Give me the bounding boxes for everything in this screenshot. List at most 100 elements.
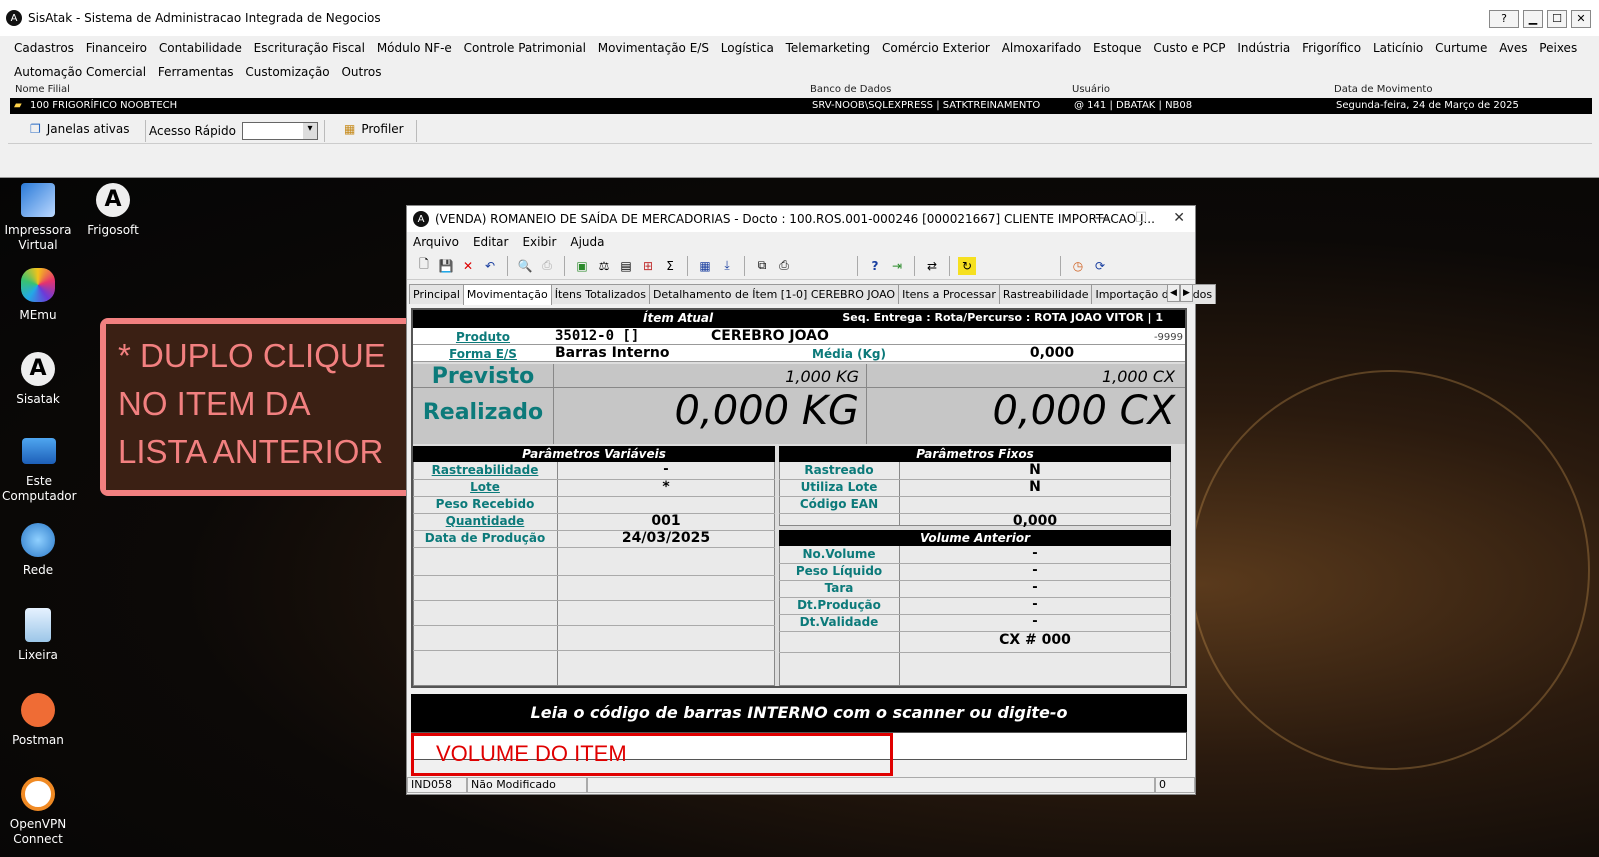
refresh-doc-icon[interactable]: ↻: [958, 256, 976, 275]
preview-icon[interactable]: 🔍: [516, 257, 534, 275]
menu-item[interactable]: Módulo NF-e: [377, 36, 452, 60]
save-icon[interactable]: 💾: [437, 257, 455, 275]
acesso-rapido-select[interactable]: [241, 122, 318, 140]
help-button[interactable]: ?: [1489, 10, 1519, 28]
menu-item[interactable]: Escrituração Fiscal: [254, 36, 365, 60]
child-menu-exibir[interactable]: Exibir: [522, 235, 556, 249]
close-button[interactable]: ✕: [1571, 10, 1591, 28]
new-icon[interactable]: 🗋: [415, 257, 433, 275]
menu-item[interactable]: Telemarketing: [786, 36, 871, 60]
desktop-icon-postman[interactable]: Postman: [2, 693, 74, 748]
desktop-icon-sisatak[interactable]: A Sisatak: [2, 352, 74, 407]
clock-icon[interactable]: ◷: [1069, 257, 1087, 275]
desktop-icon-lixeira[interactable]: Lixeira: [2, 608, 74, 663]
desktop-icon-memu[interactable]: MEmu: [2, 268, 74, 323]
status-spacer: [587, 777, 1155, 793]
print-disabled-icon[interactable]: ⎙: [538, 257, 556, 275]
minimize-button[interactable]: ▁: [1523, 10, 1543, 28]
tab-itens-processar[interactable]: Itens a Processar: [898, 284, 1000, 304]
child-title: (VENDA) ROMANEIO DE SAÍDA DE MERCADORIAS…: [435, 212, 1155, 226]
menu-item[interactable]: Comércio Exterior: [882, 36, 990, 60]
child-minimize-button[interactable]: —: [1095, 210, 1109, 226]
menu-item[interactable]: Cadastros: [14, 36, 74, 60]
tab-itens-totalizados[interactable]: Ítens Totalizados: [550, 284, 650, 304]
menu-item[interactable]: Ferramentas: [158, 60, 234, 84]
realizado-cx: 0,000 CX: [992, 388, 1175, 434]
cx-count-value: CX # 000: [999, 632, 1071, 648]
menu-item[interactable]: Indústria: [1237, 36, 1290, 60]
export-icon[interactable]: ▣: [573, 257, 591, 275]
menu-item[interactable]: Almoxarifado: [1002, 36, 1081, 60]
transfer-icon[interactable]: ⇄: [923, 257, 941, 275]
help-icon[interactable]: ?: [866, 257, 884, 275]
menu-item[interactable]: Laticínio: [1373, 36, 1423, 60]
main-menubar: Cadastros Financeiro Contabilidade Escri…: [14, 36, 1594, 84]
movimentacao-panel: Ítem Atual Seq. Entrega : Rota/Percurso …: [411, 308, 1187, 688]
menu-item[interactable]: Frigorífico: [1302, 36, 1361, 60]
copy-icon[interactable]: ⧉: [753, 257, 771, 275]
sisatak-icon: A: [21, 352, 55, 386]
child-maximize-button[interactable]: ☐: [1135, 210, 1148, 226]
menu-item[interactable]: Curtume: [1435, 36, 1487, 60]
tab-detalhamento[interactable]: Detalhamento de Ítem [1-0] CEREBRO JOAO: [648, 284, 900, 304]
forma-value: Barras Interno: [555, 345, 670, 361]
menu-item[interactable]: Controle Patrimonial: [464, 36, 586, 60]
menu-item[interactable]: Aves: [1499, 36, 1527, 60]
undo-icon[interactable]: ↶: [481, 257, 499, 275]
download-icon[interactable]: ⤓: [718, 257, 736, 275]
info-row[interactable]: ▰ 100 FRIGORÍFICO NOOBTECH SRV-NOOB\SQLE…: [10, 98, 1592, 114]
banco-value: SRV-NOOB\SQLEXPRESS | SATKTREINAMENTO: [812, 100, 1041, 111]
quantidade-label: Quantidade: [445, 514, 525, 528]
print-icon[interactable]: ⎙: [775, 257, 793, 275]
desktop-icon-impressora[interactable]: Impressora Virtual: [2, 183, 74, 253]
exit-icon[interactable]: ⇥: [888, 257, 906, 275]
menu-item[interactable]: Estoque: [1093, 36, 1142, 60]
sum-icon[interactable]: Σ: [661, 257, 679, 275]
instruction-note-text: * DUPLO CLIQUE NO ITEM DA LISTA ANTERIOR: [106, 324, 412, 490]
child-menu-arquivo[interactable]: Arquivo: [413, 235, 459, 249]
maximize-button[interactable]: ☐: [1547, 10, 1567, 28]
tree-icon[interactable]: ⊞: [639, 257, 657, 275]
sync-icon[interactable]: ⟳: [1091, 257, 1109, 275]
janelas-ativas-button[interactable]: ❐ Janelas ativas: [30, 122, 130, 136]
child-close-button[interactable]: ✕: [1173, 210, 1185, 226]
menu-item[interactable]: Contabilidade: [159, 36, 242, 60]
tab-importacao[interactable]: Importação de dados: [1091, 284, 1217, 304]
desktop-icon-openvpn[interactable]: OpenVPN Connect: [2, 777, 74, 847]
status-state: Não Modificado: [467, 777, 587, 793]
desktop-icon-computador[interactable]: Este Computador: [2, 438, 77, 504]
menu-item[interactable]: Peixes: [1539, 36, 1577, 60]
tab-movimentacao[interactable]: Movimentação: [462, 284, 552, 305]
scan-instruction: Leia o código de barras INTERNO com o sc…: [411, 694, 1187, 732]
menu-item[interactable]: Financeiro: [86, 36, 147, 60]
printer-icon: [21, 183, 55, 217]
param-var-header: Parâmetros Variáveis: [413, 446, 775, 462]
desktop-icon-rede[interactable]: Rede: [2, 523, 74, 578]
desktop-icon-frigosoft[interactable]: A Frigosoft: [77, 183, 149, 238]
menu-item[interactable]: Customização: [245, 60, 329, 84]
produto-code[interactable]: 35012-0 []: [555, 328, 705, 344]
tab-scroll-left-icon[interactable]: ◀: [1167, 284, 1180, 302]
menu-item[interactable]: Movimentação E/S: [598, 36, 709, 60]
forma-label: Forma E/S: [449, 347, 517, 361]
menu-item[interactable]: Outros: [341, 60, 381, 84]
document-icon[interactable]: ▤: [617, 257, 635, 275]
child-menu-ajuda[interactable]: Ajuda: [570, 235, 604, 249]
tab-rastreabilidade[interactable]: Rastreabilidade: [998, 284, 1093, 304]
menu-item[interactable]: Automação Comercial: [14, 60, 146, 84]
acesso-label: Acesso Rápido: [149, 124, 236, 138]
calendar-icon[interactable]: ▦: [696, 257, 714, 275]
windows-icon: ❐: [30, 122, 41, 136]
menu-item[interactable]: Custo e PCP: [1153, 36, 1225, 60]
tab-scroll-right-icon[interactable]: ▶: [1180, 284, 1193, 302]
hdr-data: Data de Movimento: [1334, 84, 1433, 95]
main-window: A SisAtak - Sistema de Administracao Int…: [0, 0, 1599, 178]
menu-item[interactable]: Logística: [721, 36, 774, 60]
tab-principal[interactable]: Principal: [409, 284, 464, 304]
profiler-button[interactable]: ▦ Profiler: [344, 122, 404, 136]
utiliza-lote-value: N: [1029, 479, 1041, 495]
data-value: Segunda-feira, 24 de Março de 2025: [1336, 100, 1519, 111]
scale-icon[interactable]: ⚖: [595, 257, 613, 275]
child-menu-editar[interactable]: Editar: [473, 235, 509, 249]
delete-icon[interactable]: ✕: [459, 257, 477, 275]
